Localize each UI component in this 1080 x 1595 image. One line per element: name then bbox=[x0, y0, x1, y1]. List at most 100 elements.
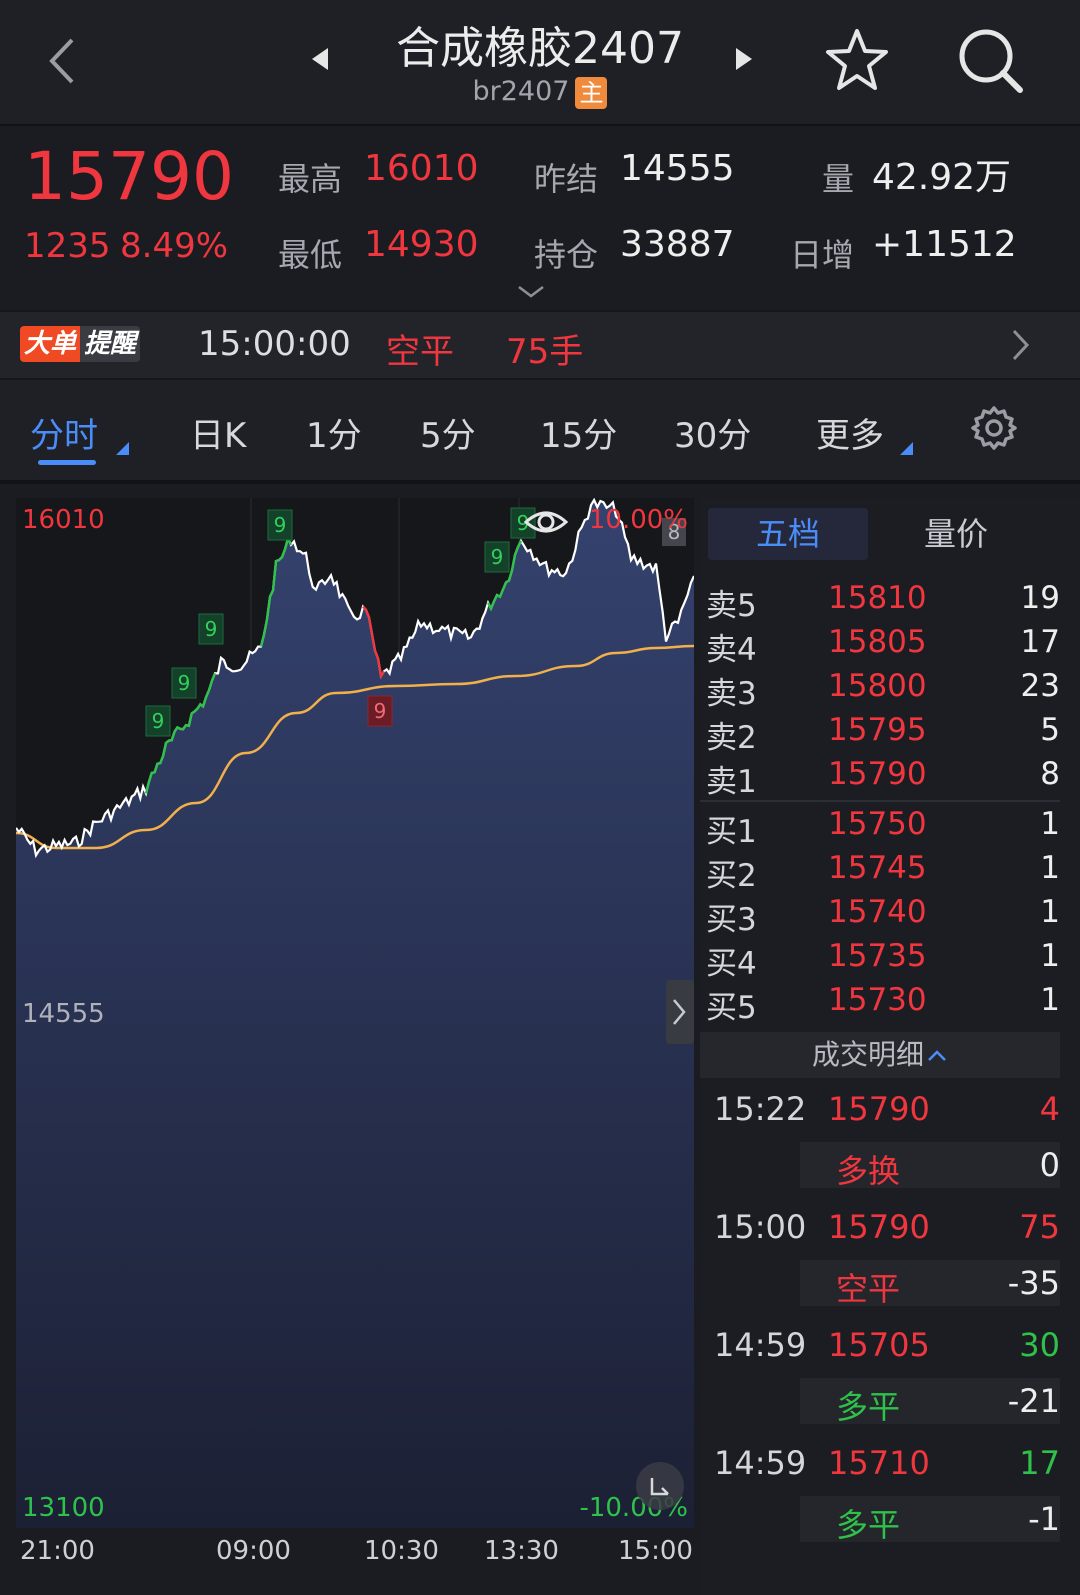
low-label: 最低 bbox=[278, 236, 343, 274]
prev-contract-icon[interactable] bbox=[310, 46, 330, 72]
trade-volume: 30 bbox=[1019, 1326, 1060, 1364]
expand-panel-handle[interactable] bbox=[666, 980, 694, 1044]
svg-text:9: 9 bbox=[205, 617, 218, 641]
contract-code-row: br2407 主 bbox=[340, 76, 740, 109]
trade-type: 多平 bbox=[836, 1506, 901, 1544]
ask-price: 15805 bbox=[828, 624, 927, 660]
td-mark-green: 9 bbox=[171, 667, 197, 699]
tab-15min[interactable]: 15分 bbox=[540, 408, 617, 457]
pct-axis-high: 10.00% bbox=[589, 505, 688, 535]
trade-time: 14:59 bbox=[714, 1326, 807, 1364]
ask-row: 卖3 15800 23 bbox=[700, 668, 1060, 712]
trade-detail-row: 多平 -1 bbox=[800, 1496, 1060, 1544]
chevron-right-icon[interactable] bbox=[1010, 328, 1030, 362]
ask-volume: 23 bbox=[1020, 668, 1060, 704]
ask-row: 卖4 15805 17 bbox=[700, 624, 1060, 668]
bid-price: 15750 bbox=[828, 806, 927, 842]
contract-code: br2407 bbox=[472, 76, 570, 107]
bid-volume: 1 bbox=[1040, 806, 1060, 842]
trade-price: 15790 bbox=[828, 1090, 930, 1128]
ask-row: 卖1 15790 8 bbox=[700, 756, 1060, 800]
intraday-chart[interactable]: 9 9 9 9 9 9 9 8 16010 14555 13100 10.00%… bbox=[16, 498, 694, 1528]
bid-price: 15740 bbox=[828, 894, 927, 930]
trade-oi-change: -1 bbox=[1028, 1500, 1060, 1538]
tab-1min[interactable]: 1分 bbox=[306, 408, 362, 457]
trade-detail-row: 多平 -21 bbox=[800, 1378, 1060, 1426]
tab-5min[interactable]: 5分 bbox=[420, 408, 476, 457]
tab-more[interactable]: 更多 bbox=[816, 408, 884, 457]
trade-detail-row: 多换 0 bbox=[800, 1142, 1060, 1190]
star-icon[interactable] bbox=[824, 28, 890, 92]
svg-text:9: 9 bbox=[374, 699, 387, 723]
high-value: 16010 bbox=[364, 148, 479, 189]
bid-volume: 1 bbox=[1040, 982, 1060, 1018]
time-label: 21:00 bbox=[20, 1536, 95, 1566]
reset-view-icon[interactable] bbox=[636, 1462, 684, 1510]
trade-price: 15710 bbox=[828, 1444, 930, 1482]
svg-text:9: 9 bbox=[491, 545, 504, 569]
bid-label: 买2 bbox=[706, 858, 757, 894]
ask-label: 卖1 bbox=[706, 764, 757, 800]
bid-volume: 1 bbox=[1040, 938, 1060, 974]
daily-increase-value: +11512 bbox=[872, 224, 1017, 265]
low-value: 14930 bbox=[364, 224, 479, 265]
svg-text:9: 9 bbox=[152, 709, 165, 733]
prev-settle-value: 14555 bbox=[620, 148, 735, 189]
tab-30min[interactable]: 30分 bbox=[674, 408, 751, 457]
tab-daily-k[interactable]: 日K bbox=[190, 408, 246, 457]
bid-row: 买2 15745 1 bbox=[700, 850, 1060, 894]
trade-volume: 75 bbox=[1019, 1208, 1060, 1246]
search-icon[interactable] bbox=[956, 26, 1026, 96]
high-label: 最高 bbox=[278, 160, 343, 198]
trade-detail-row: 空平 -35 bbox=[800, 1260, 1060, 1308]
open-interest-value: 33887 bbox=[620, 224, 735, 265]
price-change-pct: 8.49% bbox=[120, 226, 229, 266]
alert-tag-big: 大单 bbox=[20, 326, 81, 362]
expand-chevron-icon[interactable] bbox=[516, 284, 546, 300]
prev-settle-label: 昨结 bbox=[534, 160, 599, 198]
ask-price: 15790 bbox=[828, 756, 927, 792]
main-contract-badge: 主 bbox=[575, 76, 608, 109]
trade-entry: 15:00 15790 75 空平 -35 bbox=[700, 1208, 1060, 1326]
trade-details-header[interactable]: 成交明细 bbox=[700, 1032, 1060, 1078]
td-mark-green: 9 bbox=[145, 705, 171, 737]
bid-label: 买1 bbox=[706, 814, 757, 850]
trade-volume: 4 bbox=[1039, 1090, 1060, 1128]
ask-price: 15800 bbox=[828, 668, 927, 704]
svg-text:9: 9 bbox=[274, 513, 287, 537]
tab-volume-price-label: 量价 bbox=[923, 515, 988, 553]
book-divider bbox=[700, 800, 1060, 802]
td-mark-green: 9 bbox=[198, 613, 224, 645]
bid-row: 买3 15740 1 bbox=[700, 894, 1060, 938]
bid-label: 买4 bbox=[706, 946, 757, 982]
td-mark-green: 9 bbox=[510, 507, 536, 539]
bid-label: 买5 bbox=[706, 990, 757, 1026]
big-order-alert[interactable]: 大单 提醒 15:00:00 空平 75手 bbox=[0, 310, 1080, 380]
ask-label: 卖3 bbox=[706, 676, 757, 712]
trade-type: 多平 bbox=[836, 1388, 901, 1426]
tab-volume-price[interactable]: 量价 bbox=[876, 508, 1036, 560]
price-axis-mid: 14555 bbox=[22, 999, 105, 1029]
price-change: 1235 bbox=[24, 226, 111, 266]
tab-intraday[interactable]: 分时 bbox=[30, 408, 98, 457]
price-axis-high: 16010 bbox=[22, 505, 105, 535]
back-icon[interactable] bbox=[44, 36, 80, 86]
ask-price: 15810 bbox=[828, 580, 927, 616]
tab-five-levels[interactable]: 五档 bbox=[708, 508, 868, 560]
bid-row: 买1 15750 1 bbox=[700, 806, 1060, 850]
trade-time: 15:22 bbox=[714, 1090, 807, 1128]
volume-value: 42.92万 bbox=[872, 157, 1012, 198]
trade-entry: 15:22 15790 4 多换 0 bbox=[700, 1090, 1060, 1208]
next-contract-icon[interactable] bbox=[734, 46, 754, 72]
trade-type: 空平 bbox=[836, 1270, 901, 1308]
last-price: 15790 bbox=[24, 138, 234, 215]
page-title: 合成橡胶2407 bbox=[396, 23, 684, 74]
top-bar: 合成橡胶2407 br2407 主 bbox=[0, 0, 1080, 126]
order-book-panel: 五档 量价 卖5 15810 19 卖4 15805 17 卖3 15800 23 卖2 15… bbox=[700, 498, 1080, 1595]
ask-row: 卖2 15795 5 bbox=[700, 712, 1060, 756]
price-axis-low: 13100 bbox=[22, 1493, 105, 1523]
ask-volume: 17 bbox=[1020, 624, 1060, 660]
trade-type: 多换 bbox=[836, 1152, 901, 1190]
trade-oi-change: 0 bbox=[1039, 1146, 1060, 1184]
gear-icon[interactable] bbox=[970, 404, 1018, 452]
